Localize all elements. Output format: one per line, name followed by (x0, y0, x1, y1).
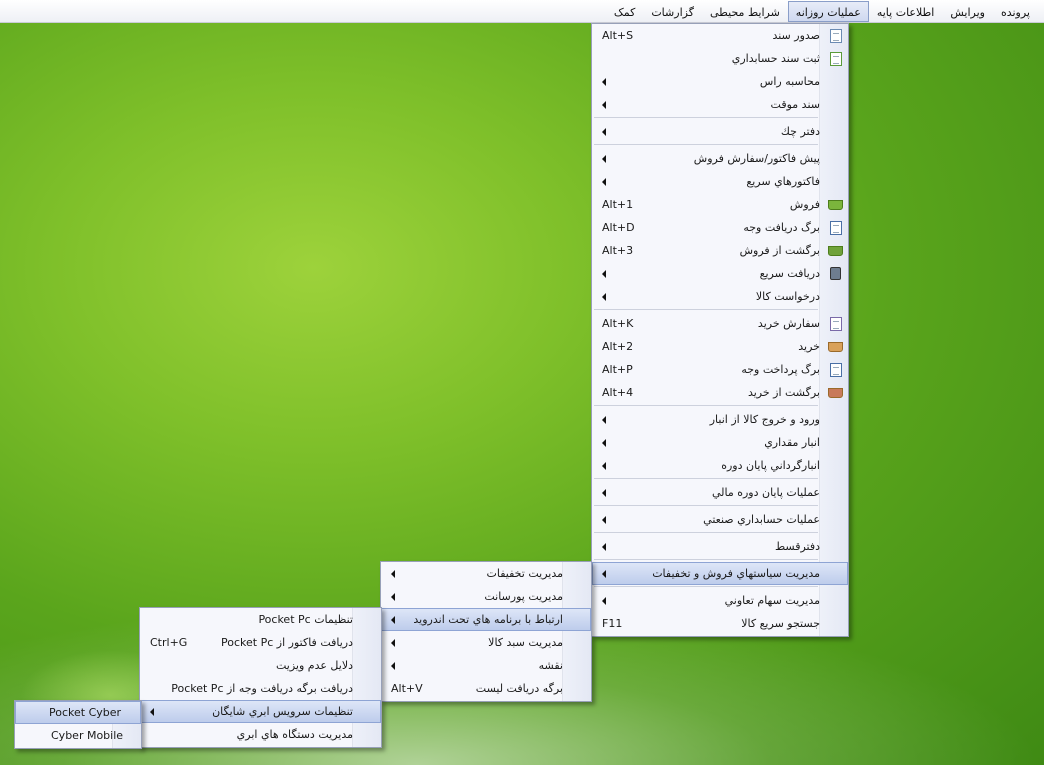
menu-item-no-visit-reasons[interactable]: دلايل عدم ويزيت (140, 654, 381, 677)
submenu-arrow-icon (602, 78, 606, 86)
menu-item-pocketpc-settings[interactable]: تنظيمات Pocket Pc (140, 608, 381, 631)
menu-item-android-integration[interactable]: ارتباط با برنامه هاي تحت اندرويد (381, 608, 591, 631)
menu-item-discount-management[interactable]: مديريت تخفيفات (381, 562, 591, 585)
menu-item-year-end-inventory[interactable]: انبارگرداني پايان دوره (592, 454, 848, 477)
menu-item-quick-goods-search[interactable]: جستجو سريع كالا F11 (592, 612, 848, 635)
menu-item-receipt-form[interactable]: برگ دريافت وجه Alt+D (592, 216, 848, 239)
submenu-arrow-icon (602, 178, 606, 186)
menu-item-sales-return[interactable]: برگشت از فروش Alt+3 (592, 239, 848, 262)
cloud-service-submenu: Pocket Cyber Cyber Mobile (14, 700, 142, 749)
menu-bar: پرونده ویرایش اطلاعات پایه عملیات روزانه… (0, 0, 1044, 23)
menu-item-payment-form[interactable]: برگ پرداخت وجه Alt+P (592, 358, 848, 381)
menu-item-issue-voucher[interactable]: صدور سند Alt+S (592, 24, 848, 47)
submenu-arrow-icon (602, 101, 606, 109)
menu-item-industrial-accounting[interactable]: عمليات حسابداري صنعتي (592, 508, 848, 531)
menu-item-receive-invoice-pocketpc[interactable]: دريافت فاكتور از Pocket Pc Ctrl+G (140, 631, 381, 654)
submenu-arrow-icon (391, 639, 395, 647)
menu-item-goods-request[interactable]: درخواست كالا (592, 285, 848, 308)
menu-item-purchase-return[interactable]: برگشت از خريد Alt+4 (592, 381, 848, 404)
menu-item-pocket-cyber[interactable]: Pocket Cyber (15, 701, 141, 724)
menu-item-calc-due[interactable]: محاسبه راس (592, 70, 848, 93)
menu-reports[interactable]: گزارشات (643, 1, 702, 22)
menu-item-cloud-devices-management[interactable]: مديريت دستگاه هاي ابري (140, 723, 381, 746)
menu-item-receive-list-form[interactable]: برگه دريافت ليست Alt+V (381, 677, 591, 700)
menu-item-record-accounting-voucher[interactable]: ثبت سند حسابداري (592, 47, 848, 70)
basket-buy-icon (827, 338, 844, 355)
menu-item-cloud-service-settings[interactable]: تنظيمات سرويس ابري شايگان (140, 700, 381, 723)
menu-item-map[interactable]: نقشه (381, 654, 591, 677)
submenu-arrow-icon (602, 439, 606, 447)
payment-icon (827, 361, 844, 378)
daily-operations-menu: صدور سند Alt+S ثبت سند حسابداري محاسبه ر… (591, 23, 849, 637)
document-edit-icon (827, 50, 844, 67)
menu-item-receive-payment-pocketpc[interactable]: دريافت برگه دريافت وجه از Pocket Pc (140, 677, 381, 700)
basket-return-icon (827, 242, 844, 259)
menu-item-sales-policy-management[interactable]: مديريت سياستهاي فروش و تخفيفات (592, 562, 848, 585)
submenu-arrow-icon (602, 128, 606, 136)
calculator-icon (827, 265, 844, 282)
sales-policy-submenu: مديريت تخفيفات مديريت پورسانت ارتباط با … (380, 561, 592, 702)
document-icon (827, 27, 844, 44)
menu-environment-settings[interactable]: شرایط محیطی (702, 1, 788, 22)
menu-item-checkbook[interactable]: دفتر چك (592, 120, 848, 143)
submenu-arrow-icon (602, 516, 606, 524)
submenu-arrow-icon (602, 462, 606, 470)
menu-item-warehouse-io[interactable]: ورود و خروج كالا از انبار (592, 408, 848, 431)
menu-item-commission-management[interactable]: مديريت پورسانت (381, 585, 591, 608)
menu-item-quick-receive[interactable]: دريافت سريع (592, 262, 848, 285)
submenu-arrow-icon (602, 293, 606, 301)
menu-item-fiscal-year-end[interactable]: عمليات پايان دوره مالي (592, 481, 848, 504)
android-integration-submenu: تنظيمات Pocket Pc دريافت فاكتور از Pocke… (139, 607, 382, 748)
submenu-arrow-icon (391, 593, 395, 601)
menu-daily-operations[interactable]: عملیات روزانه (787, 0, 869, 22)
checklist-icon (827, 315, 844, 332)
submenu-arrow-icon (602, 155, 606, 163)
submenu-arrow-icon (602, 270, 606, 278)
submenu-arrow-icon (602, 570, 606, 578)
submenu-arrow-icon (602, 416, 606, 424)
basket-icon (827, 196, 844, 213)
receipt-icon (827, 219, 844, 236)
basket-return-buy-icon (827, 384, 844, 401)
submenu-arrow-icon (150, 708, 154, 716)
menu-edit[interactable]: ویرایش (942, 1, 993, 22)
menu-item-quantity-warehouse[interactable]: انبار مقداري (592, 431, 848, 454)
submenu-arrow-icon (391, 662, 395, 670)
menu-item-quick-invoices[interactable]: فاكتورهاي سريع (592, 170, 848, 193)
menu-item-goods-basket-management[interactable]: مديريت سبد كالا (381, 631, 591, 654)
menu-item-installment-book[interactable]: دفترقسط (592, 535, 848, 558)
menu-item-purchase[interactable]: خريد Alt+2 (592, 335, 848, 358)
menu-item-temp-voucher[interactable]: سند موقت (592, 93, 848, 116)
menu-item-proforma[interactable]: پيش فاكتور/سفارش فروش (592, 147, 848, 170)
menu-item-purchase-order[interactable]: سفارش خريد Alt+K (592, 312, 848, 335)
submenu-arrow-icon (602, 489, 606, 497)
menu-item-cyber-mobile[interactable]: Cyber Mobile (15, 724, 141, 747)
submenu-arrow-icon (391, 616, 395, 624)
submenu-arrow-icon (602, 543, 606, 551)
submenu-arrow-icon (391, 570, 395, 578)
menu-file[interactable]: پرونده (993, 1, 1038, 22)
submenu-arrow-icon (602, 597, 606, 605)
menu-item-sales[interactable]: فروش Alt+1 (592, 193, 848, 216)
menu-help[interactable]: کمک (606, 1, 643, 22)
menu-base-info[interactable]: اطلاعات پایه (869, 1, 943, 22)
menu-item-cooperative-shares[interactable]: مديريت سهام تعاوني (592, 589, 848, 612)
